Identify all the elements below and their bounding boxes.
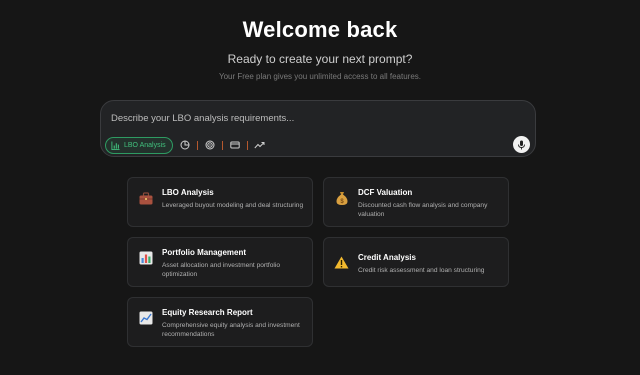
card-title: Portfolio Management: [162, 248, 247, 257]
card-credit-analysis[interactable]: Credit Analysis Credit risk assessment a…: [323, 237, 509, 287]
bar-chart-icon: [111, 140, 120, 150]
target-icon: [205, 140, 215, 150]
pie-chart-button[interactable]: [178, 138, 192, 152]
prompt-box: LBO Analysis: [100, 100, 536, 157]
card-dcf-valuation[interactable]: $ DCF Valuation Discounted cash flow ana…: [323, 177, 509, 227]
page: Welcome back Ready to create your next p…: [0, 0, 640, 375]
money-bag-icon: $: [334, 191, 349, 206]
warning-icon: [334, 255, 349, 270]
microphone-button[interactable]: [513, 136, 530, 153]
trend-button[interactable]: [253, 138, 267, 152]
bar-chart-icon: [138, 250, 153, 265]
toolbar-divider: [196, 140, 198, 150]
credit-card-icon: [229, 141, 240, 149]
card-description: Discounted cash flow analysis and compan…: [358, 202, 488, 218]
briefcase-icon: [138, 191, 153, 206]
trend-line-icon: [254, 142, 265, 149]
prompt-toolbar: LBO Analysis: [105, 135, 267, 155]
card-title: LBO Analysis: [162, 188, 214, 197]
card-title: DCF Valuation: [358, 188, 413, 197]
chip-label: LBO Analysis: [124, 141, 166, 149]
card-description: Leveraged buyout modeling and deal struc…: [162, 202, 304, 209]
card-equity-research-report[interactable]: Equity Research Report Comprehensive equ…: [127, 297, 313, 347]
card-title: Credit Analysis: [358, 253, 416, 262]
lbo-analysis-chip[interactable]: LBO Analysis: [105, 136, 173, 154]
card-title: Equity Research Report: [162, 308, 253, 317]
card-lbo-analysis[interactable]: LBO Analysis Leveraged buyout modeling a…: [127, 177, 313, 227]
page-subtitle: Ready to create your next prompt?: [227, 52, 413, 66]
target-button[interactable]: [203, 138, 217, 152]
card-description: Comprehensive equity analysis and invest…: [162, 322, 300, 338]
prompt-input[interactable]: [111, 111, 491, 125]
line-chart-icon: [138, 310, 153, 325]
pie-chart-icon: [180, 140, 190, 150]
toolbar-divider: [221, 140, 223, 150]
page-title: Welcome back: [242, 17, 398, 42]
credit-card-button[interactable]: [228, 138, 242, 152]
toolbar-divider: [246, 140, 248, 150]
card-portfolio-management[interactable]: Portfolio Management Asset allocation an…: [127, 237, 313, 287]
microphone-icon: [518, 140, 525, 149]
plan-note: Your Free plan gives you unlimited acces…: [218, 72, 422, 81]
card-description: Credit risk assessment and loan structur…: [358, 267, 485, 274]
card-description: Asset allocation and investment portfoli…: [162, 262, 281, 278]
